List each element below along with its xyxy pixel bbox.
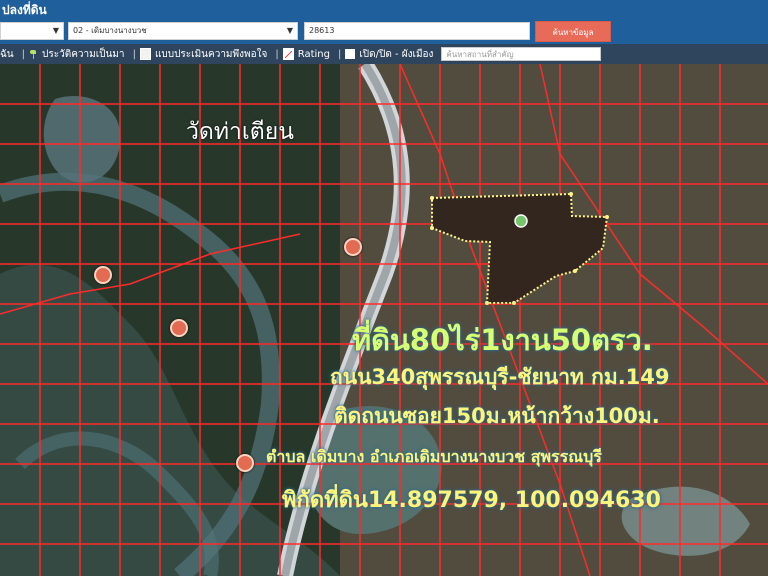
map-pin-icon[interactable]: [236, 454, 254, 472]
toolbar-item-label: เปิด/ปิด - ผังเมือง: [359, 48, 434, 60]
map-pin-icon[interactable]: [170, 319, 188, 337]
separator: |: [337, 48, 342, 60]
toolbar-item-label: ประวัติความเป็นมา: [42, 48, 125, 60]
top-header: ปลงที่ดิน ▼ 02 - เดิมบางนางบวช ▼ 28613 ค…: [0, 0, 768, 44]
vertex: [430, 226, 434, 230]
toolbar: ฉัน | ประวัติความเป็นมา | แบบประเมินความ…: [0, 44, 768, 64]
search-button[interactable]: ค้นหาข้อมูล: [535, 21, 611, 42]
map-view[interactable]: วัดท่าเตียน ที่ดิน80ไร่1งาน50ตรว. ถนน340…: [0, 64, 768, 576]
chevron-down-icon: ▼: [286, 26, 293, 35]
chevron-down-icon: ▼: [52, 26, 59, 35]
district-select-value: 02 - เดิมบางนางบวช: [73, 26, 147, 35]
map-pin-icon[interactable]: [514, 214, 528, 228]
province-select[interactable]: ▼: [0, 22, 64, 40]
checkbox-icon[interactable]: [345, 49, 356, 59]
vertex: [569, 192, 573, 196]
vertex: [573, 269, 577, 273]
sprout-icon: [29, 49, 38, 59]
toolbar-item-label: ฉัน: [0, 48, 14, 60]
land-title-text: ที่ดิน80ไร่1งาน50ตรว.: [352, 323, 653, 357]
vertex: [605, 215, 609, 219]
road-info-text: ถนน340สุพรรณบุรี-ชัยนาท กม.149: [330, 365, 670, 389]
toolbar-item-user[interactable]: ฉัน: [0, 47, 14, 62]
map-pin-icon[interactable]: [94, 266, 112, 284]
parcel-number-input[interactable]: 28613: [304, 22, 530, 40]
location-info-text: ตำบล เดิมบาง อำเภอเดิมบางนางบวช สุพรรณบุ…: [266, 447, 602, 466]
landmark-search-input[interactable]: ค้นหาสถานที่สำคัญ: [441, 47, 602, 61]
document-icon: [139, 48, 151, 60]
coordinate-info-text: พิกัดที่ดิน14.897579, 100.094630: [282, 488, 661, 513]
toolbar-item-survey[interactable]: | แบบประเมินความพึงพอใจ: [132, 47, 268, 62]
parcel-number-value: 28613: [309, 26, 335, 35]
frontage-info-text: ติดถนนซอย150ม.หน้ากว้าง100ม.: [334, 404, 660, 428]
vertex: [485, 301, 489, 305]
toolbar-item-rating[interactable]: | Rating: [275, 48, 330, 60]
toolbar-item-zoning[interactable]: | เปิด/ปิด - ผังเมือง: [338, 47, 433, 62]
chart-icon: [282, 48, 294, 60]
separator: |: [132, 48, 136, 60]
separator: |: [275, 48, 279, 60]
toolbar-item-label: แบบประเมินความพึงพอใจ: [154, 48, 268, 60]
separator: |: [21, 48, 26, 60]
toolbar-item-label: Rating: [297, 48, 330, 60]
vertex: [430, 196, 434, 200]
vertex: [512, 301, 516, 305]
toolbar-item-history[interactable]: | ประวัติความเป็นมา: [22, 47, 125, 62]
temple-label: วัดท่าเตียน: [186, 119, 294, 145]
map-pin-icon[interactable]: [344, 238, 362, 256]
page-title: ปลงที่ดิน: [2, 3, 47, 17]
district-select[interactable]: 02 - เดิมบางนางบวช ▼: [68, 22, 298, 40]
